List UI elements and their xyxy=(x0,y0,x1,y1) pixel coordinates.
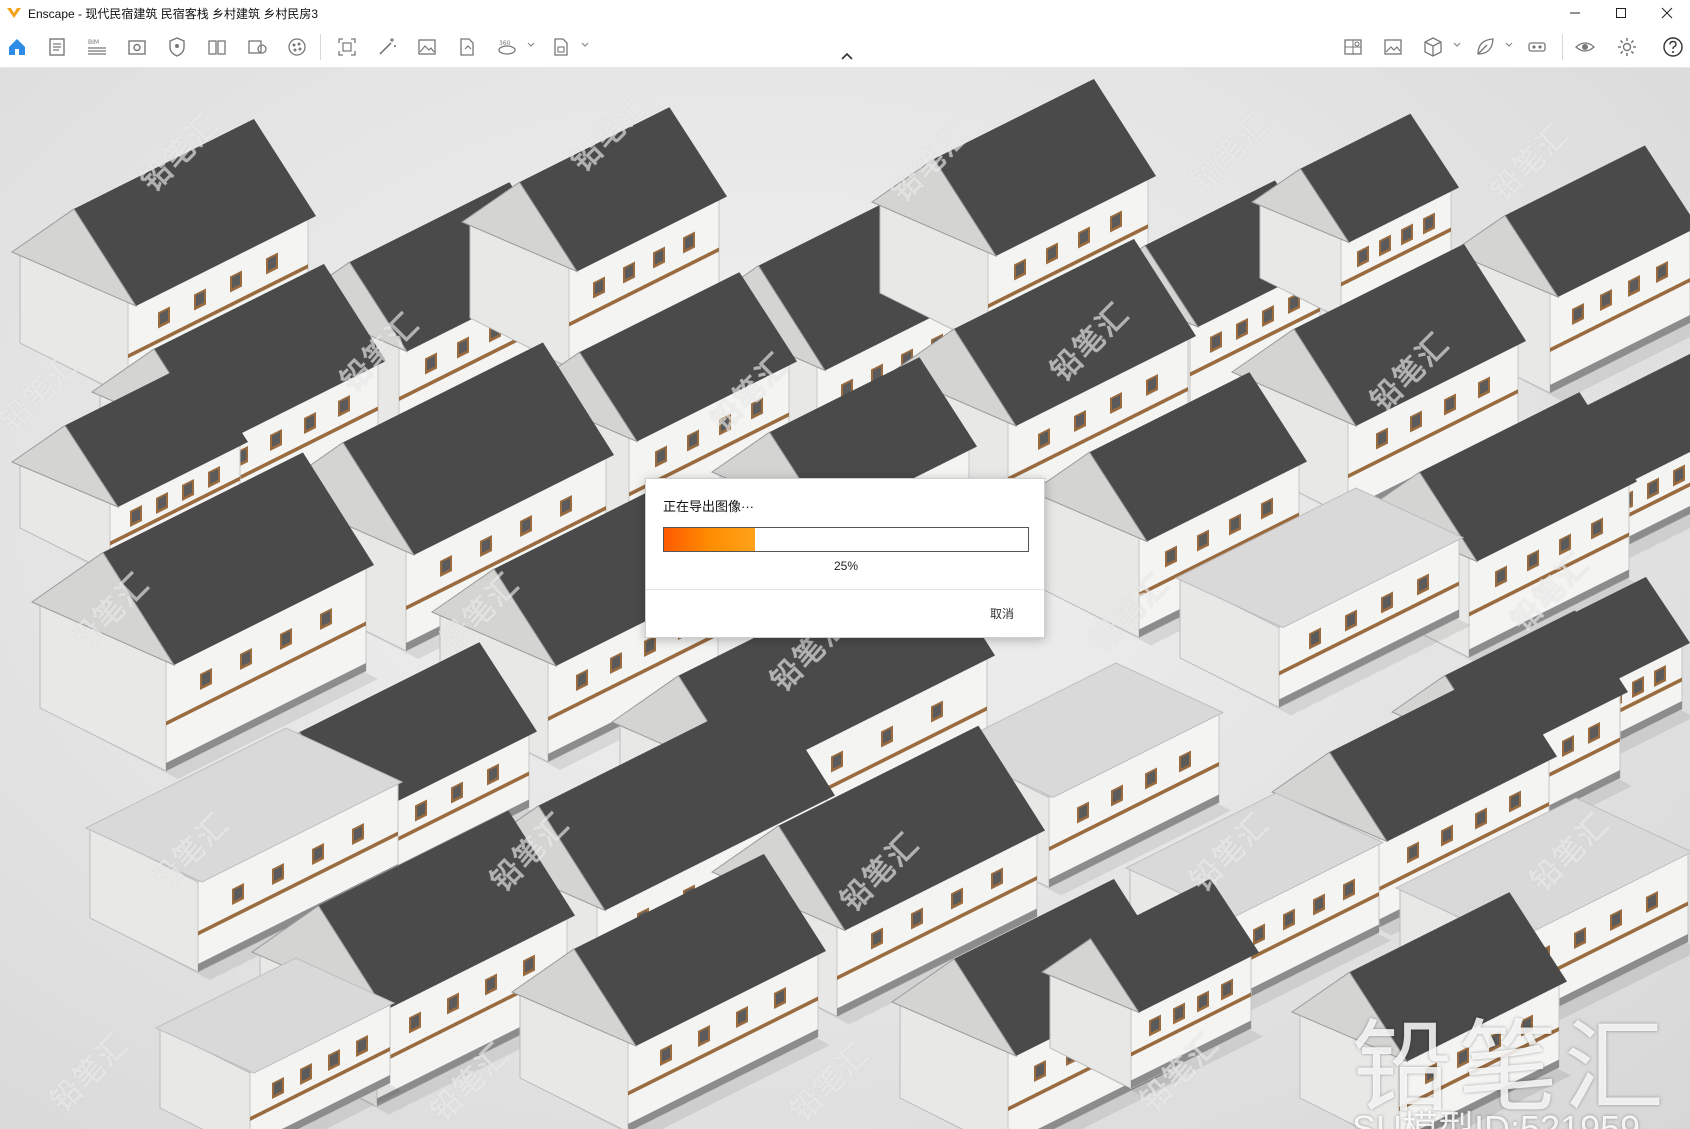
batch-dropdown-chevron-icon[interactable] xyxy=(580,40,590,50)
asset-button[interactable] xyxy=(244,34,270,60)
dialog-title: 正在导出图像··· xyxy=(663,499,754,514)
panorama-dropdown-chevron-icon[interactable] xyxy=(526,40,536,50)
title-bar: Enscape - 现代民宿建筑 民宿客栈 乡村建筑 乡村民房3 xyxy=(0,0,1690,26)
progress-bar xyxy=(663,527,1029,552)
cancel-button[interactable]: 取消 xyxy=(990,605,1014,622)
screenshot-button[interactable] xyxy=(334,34,360,60)
view-button[interactable] xyxy=(124,34,150,60)
bim-label: BIM xyxy=(88,39,99,46)
file-export-button[interactable] xyxy=(454,34,480,60)
cube-icon xyxy=(1424,37,1442,57)
magic-icon xyxy=(379,38,396,55)
document-icon xyxy=(49,38,65,56)
screenshot-icon xyxy=(338,38,356,56)
maximize-icon xyxy=(1616,8,1626,18)
toolbar-separator xyxy=(1562,34,1563,60)
gallery-icon xyxy=(1384,39,1402,55)
home-icon xyxy=(9,39,25,55)
leaf-icon xyxy=(1477,38,1494,55)
leaf-button[interactable] xyxy=(1472,34,1498,60)
safe-frame-button[interactable] xyxy=(164,34,190,60)
batch-export-button[interactable] xyxy=(548,34,574,60)
settings-button[interactable] xyxy=(1614,34,1640,60)
cube-dropdown-chevron-icon[interactable] xyxy=(1452,40,1462,50)
panorama-360-icon: 360 xyxy=(498,40,516,55)
progress-bar-fill xyxy=(664,528,755,551)
settings-icon xyxy=(1618,38,1636,56)
bim-button[interactable]: BIM xyxy=(84,34,110,60)
help-button[interactable] xyxy=(1660,34,1686,60)
library-button[interactable] xyxy=(204,34,230,60)
file-export-icon xyxy=(460,38,474,56)
panorama-button[interactable]: 360 xyxy=(494,34,520,60)
cube-button[interactable] xyxy=(1420,34,1446,60)
materials-icon xyxy=(288,38,306,56)
batch-export-icon xyxy=(554,38,568,56)
asset-icon xyxy=(248,40,267,54)
map-button[interactable] xyxy=(1340,34,1366,60)
minimize-button[interactable] xyxy=(1552,0,1598,26)
close-button[interactable] xyxy=(1644,0,1690,26)
vr-button[interactable] xyxy=(1524,34,1550,60)
export-progress-dialog: 正在导出图像··· 25% 取消 xyxy=(645,478,1045,638)
minimize-icon xyxy=(1570,12,1580,14)
dialog-divider xyxy=(646,589,1044,590)
map-icon xyxy=(1344,39,1362,55)
leaf-dropdown-chevron-icon[interactable] xyxy=(1504,40,1514,50)
home-button[interactable] xyxy=(4,34,30,60)
progress-percent-label: 25% xyxy=(833,559,859,573)
close-icon xyxy=(1661,7,1673,19)
enscape-logo-icon xyxy=(6,5,22,21)
toolbar-separator xyxy=(320,34,321,60)
model-id-watermark: SU模型ID:521959 xyxy=(1352,1108,1641,1129)
maximize-button[interactable] xyxy=(1598,0,1644,26)
bim-icon: BIM xyxy=(88,39,106,55)
eye-icon xyxy=(1575,42,1595,52)
help-icon xyxy=(1663,37,1683,57)
view-icon xyxy=(128,40,146,55)
gallery-button[interactable] xyxy=(1380,34,1406,60)
window-title: Enscape - 现代民宿建筑 民宿客栈 乡村建筑 乡村民房3 xyxy=(28,6,319,21)
visual-settings-button[interactable] xyxy=(1572,34,1598,60)
shield-icon xyxy=(169,37,185,57)
document-button[interactable] xyxy=(44,34,70,60)
materials-button[interactable] xyxy=(284,34,310,60)
image-button[interactable] xyxy=(414,34,440,60)
library-icon xyxy=(208,40,226,55)
collapse-toolbar-chevron-icon[interactable] xyxy=(838,50,856,64)
magic-button[interactable] xyxy=(374,34,400,60)
window-controls xyxy=(1552,0,1690,26)
vr-headset-icon xyxy=(1528,42,1546,52)
image-icon xyxy=(418,39,436,55)
